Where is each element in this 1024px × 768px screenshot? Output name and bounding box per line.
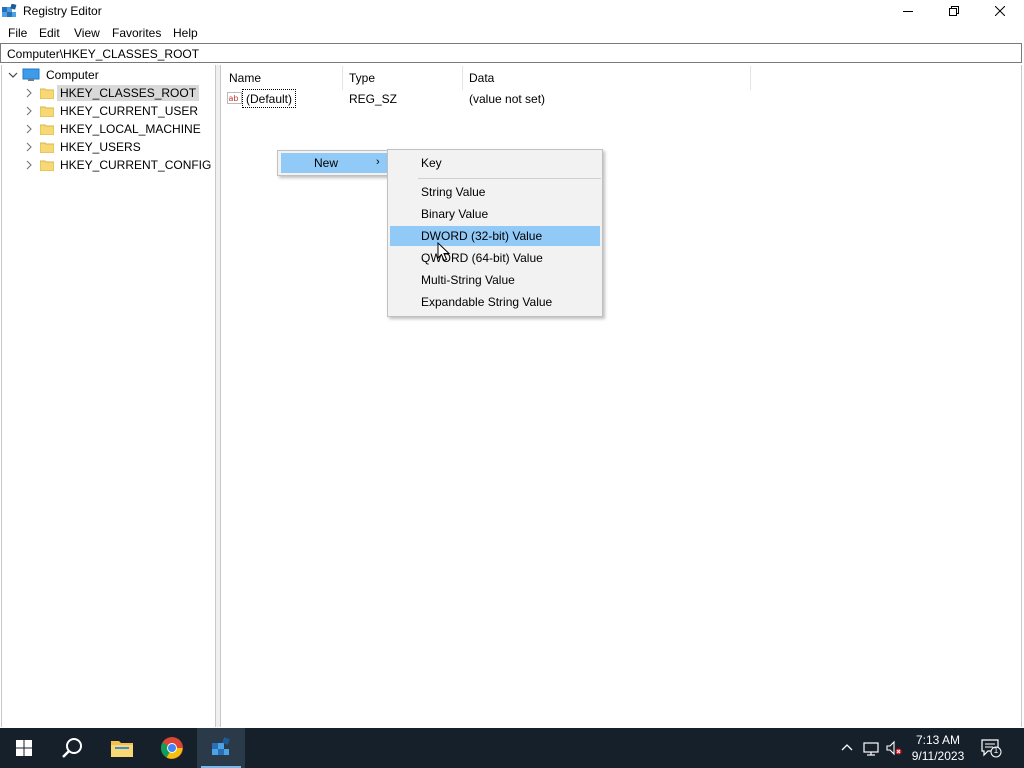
taskbar-clock[interactable]: 7:13 AM 9/11/2023 [905,732,971,764]
window-title: Registry Editor [23,4,102,18]
menu-bar: File Edit View Favorites Help [0,22,1024,42]
registry-editor-icon [212,737,230,755]
chevron-right-icon[interactable] [24,106,34,116]
mouse-cursor-icon [437,242,451,262]
clock-time: 7:13 AM [915,733,961,747]
folder-icon [40,106,54,117]
context-menu-new[interactable]: New › [281,153,387,173]
column-divider[interactable] [750,66,751,90]
column-header-type[interactable]: Type [349,71,375,85]
chevron-right-icon[interactable] [24,160,34,170]
minimize-button[interactable] [885,0,931,22]
folder-icon [40,142,54,153]
submenu-arrow-icon: › [376,156,380,168]
submenu-item-multi-string-value[interactable]: Multi-String Value [390,270,600,290]
volume-muted-icon[interactable] [886,740,902,756]
menu-view[interactable]: View [74,26,100,40]
submenu-item-label: Multi-String Value [421,273,515,287]
column-divider[interactable] [462,66,463,90]
submenu-item-label: Expandable String Value [421,295,553,309]
chrome-icon [161,737,183,759]
address-bar[interactable]: Computer\HKEY_CLASSES_ROOT [0,43,1022,63]
submenu-item-qword-value[interactable]: QWORD (64-bit) Value [390,248,600,268]
folder-icon [40,160,54,171]
restore-button[interactable] [931,0,977,22]
taskbar: 7:13 AM 9/11/2023 1 [0,728,1024,768]
search-icon [62,738,82,758]
close-icon [995,6,1005,16]
tree-label-hkey-current-user: HKEY_CURRENT_USER [60,104,199,118]
file-explorer-button[interactable] [98,728,146,768]
context-menu-new-label: New [314,156,339,170]
submenu-item-key[interactable]: Key [390,153,600,173]
tree-label-hkey-classes-root: HKEY_CLASSES_ROOT [57,85,200,101]
svg-text:ab: ab [229,94,239,103]
registry-editor-taskbar-button[interactable] [197,728,245,768]
tree-node-hkey-current-config[interactable]: HKEY_CURRENT_CONFIG [24,156,214,174]
chrome-button[interactable] [148,728,196,768]
minimize-icon [903,11,913,12]
context-menu: New › [277,150,389,176]
restore-icon [949,6,959,16]
title-bar[interactable]: Registry Editor [0,0,1024,22]
chevron-right-icon[interactable] [24,142,34,152]
folder-icon [40,124,54,135]
start-icon [16,740,32,756]
string-value-icon: ab [227,92,242,104]
tree-node-computer[interactable]: Computer [8,66,102,84]
menu-help[interactable]: Help [173,26,198,40]
value-data: (value not set) [469,92,546,106]
start-button[interactable] [0,728,48,768]
file-explorer-icon [111,741,133,757]
submenu-item-label: DWORD (32-bit) Value [421,229,543,243]
tree-node-hkey-current-user[interactable]: HKEY_CURRENT_USER [24,102,201,120]
action-center-button[interactable]: 1 [980,738,1002,758]
clock-date: 9/11/2023 [911,749,965,763]
column-header-data[interactable]: Data [469,71,494,85]
tree-label-hkey-users: HKEY_USERS [60,140,141,154]
tree-label-computer: Computer [46,68,99,82]
value-type: REG_SZ [349,92,398,106]
close-button[interactable] [977,0,1023,22]
tree-node-hkey-users[interactable]: HKEY_USERS [24,138,144,156]
folder-icon [40,88,54,99]
registry-editor-app-icon [2,3,17,19]
submenu-item-dword-value[interactable]: DWORD (32-bit) Value [390,226,600,246]
tree-node-hkey-local-machine[interactable]: HKEY_LOCAL_MACHINE [24,120,204,138]
new-submenu: Key String Value Binary Value DWORD (32-… [387,149,603,317]
chevron-right-icon[interactable] [24,124,34,134]
address-path[interactable]: Computer\HKEY_CLASSES_ROOT [7,47,199,61]
column-divider[interactable] [342,66,343,90]
chevron-up-icon[interactable] [839,740,855,756]
submenu-item-binary-value[interactable]: Binary Value [390,204,600,224]
column-header-name[interactable]: Name [229,71,261,85]
submenu-item-label: Binary Value [421,207,489,221]
submenu-item-label: Key [421,156,442,170]
tree-label-hkey-local-machine: HKEY_LOCAL_MACHINE [60,122,201,136]
menu-favorites[interactable]: Favorites [112,26,161,40]
submenu-item-string-value[interactable]: String Value [390,182,600,202]
notification-count: 1 [993,746,999,755]
network-icon[interactable] [863,740,879,756]
tree-label-hkey-current-config: HKEY_CURRENT_CONFIG [60,158,212,172]
submenu-item-expandable-string-value[interactable]: Expandable String Value [390,292,600,312]
value-name[interactable]: (Default) [242,89,297,108]
chevron-down-icon[interactable] [8,70,18,80]
computer-icon [22,68,40,81]
menu-edit[interactable]: Edit [39,26,60,40]
menu-file[interactable]: File [8,26,27,40]
tree-node-hkey-classes-root[interactable]: HKEY_CLASSES_ROOT [24,84,200,102]
submenu-item-label: String Value [421,185,486,199]
submenu-separator [418,178,601,179]
search-button[interactable] [48,728,96,768]
chevron-right-icon[interactable] [24,88,34,98]
tree-pane[interactable]: Computer HKEY_CLASSES_ROOT HKEY_CURRENT_… [1,65,216,727]
